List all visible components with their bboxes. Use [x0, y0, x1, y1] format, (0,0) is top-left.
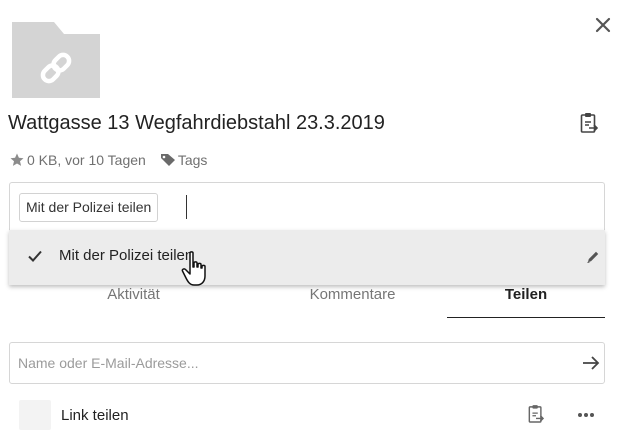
star-icon[interactable]	[10, 153, 24, 167]
close-icon[interactable]	[594, 16, 612, 34]
clipboard-icon[interactable]	[528, 404, 544, 424]
sidebar-tabs: Aktivität Kommentare Teilen	[9, 285, 605, 318]
arrow-right-icon[interactable]	[582, 355, 600, 371]
tag-chip[interactable]: Mit der Polizei teilen	[19, 193, 159, 222]
tag-option[interactable]: Mit der Polizei teilen	[59, 247, 193, 264]
checkmark-icon	[28, 250, 42, 262]
tags-link[interactable]: Tags	[178, 152, 208, 168]
tab-activity[interactable]: Aktivität	[9, 285, 258, 318]
hand-cursor-icon	[181, 251, 206, 286]
link-icon	[12, 22, 100, 98]
file-title: Wattgasse 13 Wegfahrdiebstahl 23.3.2019	[8, 112, 385, 134]
share-link-row: Link teilen	[9, 400, 605, 430]
more-icon[interactable]	[577, 412, 595, 418]
file-size: 0 KB, vor 10 Tagen	[27, 152, 146, 168]
pencil-icon[interactable]	[586, 250, 600, 264]
file-meta: 0 KB, vor 10 Tagen Tags	[10, 150, 207, 170]
tag-dropdown: Mit der Polizei teilen	[9, 230, 605, 285]
clipboard-icon[interactable]	[580, 112, 598, 134]
share-input-box	[9, 342, 605, 384]
tab-sharing[interactable]: Teilen	[447, 285, 605, 318]
share-recipient-input[interactable]	[10, 343, 560, 383]
tag-input[interactable]: Mit der Polizei teilen	[9, 182, 605, 230]
tag-icon[interactable]	[160, 153, 176, 167]
tab-comments[interactable]: Kommentare	[258, 285, 447, 318]
share-link-label[interactable]: Link teilen	[61, 407, 129, 424]
text-caret	[186, 195, 187, 219]
avatar	[19, 400, 51, 430]
